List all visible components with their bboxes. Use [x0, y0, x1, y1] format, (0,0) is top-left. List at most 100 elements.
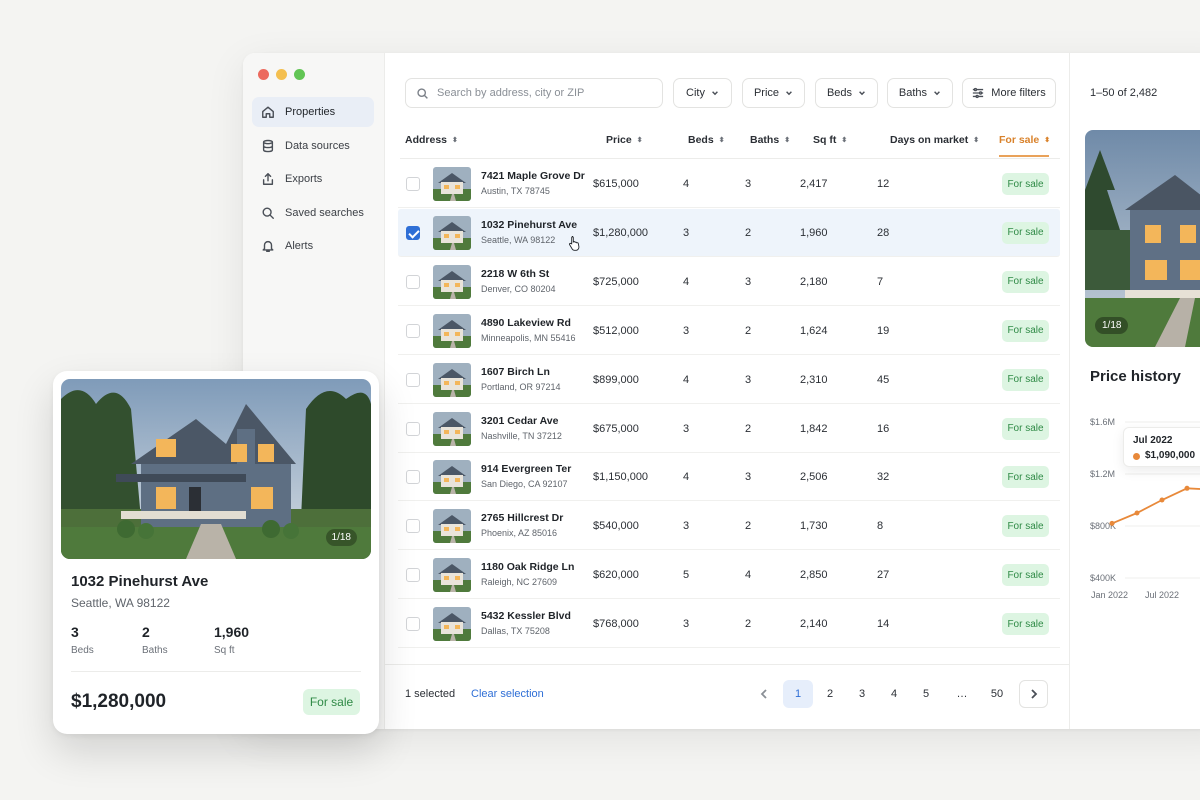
days-on-market-cell: 32 — [877, 471, 890, 484]
sidebar-item-label: Data sources — [285, 139, 350, 152]
page-3-button[interactable]: 3 — [847, 680, 877, 708]
table-row[interactable]: 914 Evergreen Ter San Diego, CA 92107 $1,1… — [398, 453, 1060, 502]
more-filters-button[interactable]: More filters — [962, 78, 1056, 108]
price-cell: $512,000 — [593, 324, 639, 337]
card-price: $1,280,000 — [71, 691, 167, 712]
property-photo[interactable]: 1/18 — [1085, 130, 1200, 347]
address-cell[interactable]: 1032 Pinehurst Ave — [481, 219, 577, 231]
property-card[interactable]: 1/18 1032 Pinehurst Ave Seattle, WA 9812… — [53, 371, 379, 734]
row-checkbox[interactable] — [406, 372, 420, 387]
baths-filter-button[interactable]: Baths — [887, 78, 953, 108]
address-cell[interactable]: 5432 Kessler Blvd — [481, 610, 571, 622]
price-cell: $620,000 — [593, 569, 639, 582]
address-cell[interactable]: 1607 Birch Ln — [481, 366, 550, 378]
column-header-address[interactable]: Address ⬍ — [405, 134, 458, 146]
address-cell[interactable]: 2218 W 6th St — [481, 268, 549, 280]
status-badge: For sale — [1002, 417, 1049, 440]
app-window: Properties Data sources Exports Saved se… — [243, 53, 1200, 729]
table-row[interactable]: 5432 Kessler Blvd Dallas, TX 75208 $768,00… — [398, 600, 1060, 649]
sidebar-item-label: Alerts — [285, 240, 314, 252]
previous-page-button[interactable] — [757, 685, 771, 703]
property-photo[interactable]: 1/18 — [61, 379, 371, 559]
sidebar-item-data-sources[interactable]: Data sources — [252, 131, 374, 161]
clear-selection-link[interactable]: Clear selection — [471, 688, 544, 700]
table-row[interactable]: 3201 Cedar Ave Nashville, TN 37212 $675,00… — [398, 405, 1060, 453]
address-cell[interactable]: 4890 Lakeview Rd — [481, 317, 571, 329]
column-header-status[interactable]: For sale ⬍ — [999, 134, 1050, 146]
next-page-button[interactable] — [1019, 680, 1048, 708]
sidebar-item-exports[interactable]: Exports — [252, 164, 374, 194]
city-filter-button[interactable]: City — [673, 78, 732, 108]
sort-icon: ⬍ — [973, 136, 980, 144]
sqft-cell: 1,730 — [800, 520, 828, 533]
row-checkbox[interactable] — [406, 225, 420, 240]
column-header-beds[interactable]: Beds ⬍ — [688, 134, 725, 146]
table-row[interactable]: 4890 Lakeview Rd Minneapolis, MN 55416 $51… — [398, 307, 1060, 355]
chevron-down-icon — [859, 91, 865, 96]
card-stat-beds-value: 3 — [71, 624, 79, 640]
page-5-button[interactable]: 5 — [911, 680, 941, 708]
city-cell: Portland, OR 97214 — [481, 381, 561, 392]
table-row[interactable]: 7421 Maple Grove Dr Austin, TX 78745 $615,… — [398, 160, 1060, 208]
table-row[interactable]: 2765 Hillcrest Dr Phoenix, AZ 85016 $540,0… — [398, 502, 1060, 551]
table-row[interactable]: 1180 Oak Ridge Ln Raleigh, NC 27609 $620,0… — [398, 551, 1060, 600]
column-header-sqft[interactable]: Sq ft ⬍ — [813, 134, 847, 146]
house-photo-image — [1085, 130, 1200, 347]
page-50-button[interactable]: 50 — [982, 680, 1012, 708]
row-checkbox[interactable] — [406, 323, 420, 338]
price-cell: $899,000 — [593, 373, 639, 386]
column-header-price[interactable]: Price ⬍ — [606, 134, 643, 146]
row-checkbox[interactable] — [406, 274, 420, 289]
price-filter-button[interactable]: Price — [742, 78, 805, 108]
sort-icon: ⬍ — [452, 136, 458, 144]
beds-cell: 5 — [683, 569, 690, 582]
chart-point[interactable] — [1109, 520, 1115, 526]
status-badge: For sale — [1002, 173, 1049, 195]
property-thumbnail — [433, 264, 471, 299]
table-row[interactable]: 1607 Birch Ln Portland, OR 97214 $899,000 4… — [398, 356, 1060, 404]
days-on-market-cell: 16 — [877, 422, 890, 435]
address-cell[interactable]: 914 Evergreen Ter — [481, 463, 571, 475]
chart-xtick-label: Jul 2022 — [1145, 590, 1179, 600]
chart-point[interactable] — [1159, 497, 1165, 503]
row-checkbox[interactable] — [406, 470, 420, 485]
beds-cell: 3 — [683, 520, 690, 533]
sidebar-item-alerts[interactable]: Alerts — [252, 231, 374, 261]
column-header-days-on-market[interactable]: Days on market ⬍ — [890, 134, 979, 146]
minimize-window-button[interactable] — [276, 69, 287, 80]
address-cell[interactable]: 3201 Cedar Ave — [481, 415, 558, 427]
chart-point[interactable] — [1134, 510, 1140, 516]
sidebar-item-properties[interactable]: Properties — [252, 97, 374, 127]
address-cell[interactable]: 1180 Oak Ridge Ln — [481, 561, 574, 573]
sidebar-item-label: Exports — [285, 173, 323, 185]
row-checkbox[interactable] — [406, 177, 420, 191]
table-row[interactable]: 1032 Pinehurst Ave Seattle, WA 98122 $1,28… — [398, 208, 1060, 257]
price-cell: $1,150,000 — [593, 471, 649, 484]
beds-cell: 4 — [683, 373, 690, 386]
row-checkbox[interactable] — [406, 421, 420, 436]
beds-filter-button[interactable]: Beds — [815, 78, 878, 108]
row-checkbox[interactable] — [406, 519, 420, 534]
sidebar-item-saved-searches[interactable]: Saved searches — [252, 198, 374, 228]
status-badge: For sale — [1002, 368, 1049, 391]
address-cell[interactable]: 7421 Maple Grove Dr — [481, 170, 585, 182]
chevron-down-icon — [712, 91, 718, 96]
city-cell: Nashville, TN 37212 — [481, 430, 562, 441]
chevron-left-icon — [760, 689, 767, 699]
maximize-window-button[interactable] — [294, 69, 305, 80]
row-checkbox[interactable] — [406, 617, 420, 632]
row-checkbox[interactable] — [406, 568, 420, 583]
chart-point[interactable] — [1184, 485, 1190, 491]
column-header-baths[interactable]: Baths ⬍ — [750, 134, 790, 146]
column-label: For sale — [999, 134, 1040, 146]
table-row[interactable]: 2218 W 6th St Denver, CO 80204 $725,000 4 3 2… — [398, 258, 1060, 306]
property-thumbnail — [433, 362, 471, 397]
close-window-button[interactable] — [258, 69, 269, 80]
page-2-button[interactable]: 2 — [815, 680, 845, 708]
page-1-button[interactable]: 1 — [783, 680, 813, 708]
status-badge: For sale — [1002, 221, 1049, 244]
search-input[interactable]: Search by address, city or ZIP — [405, 78, 663, 108]
page-4-button[interactable]: 4 — [879, 680, 909, 708]
address-cell[interactable]: 2765 Hillcrest Dr — [481, 512, 563, 524]
filter-label: Beds — [826, 87, 853, 99]
